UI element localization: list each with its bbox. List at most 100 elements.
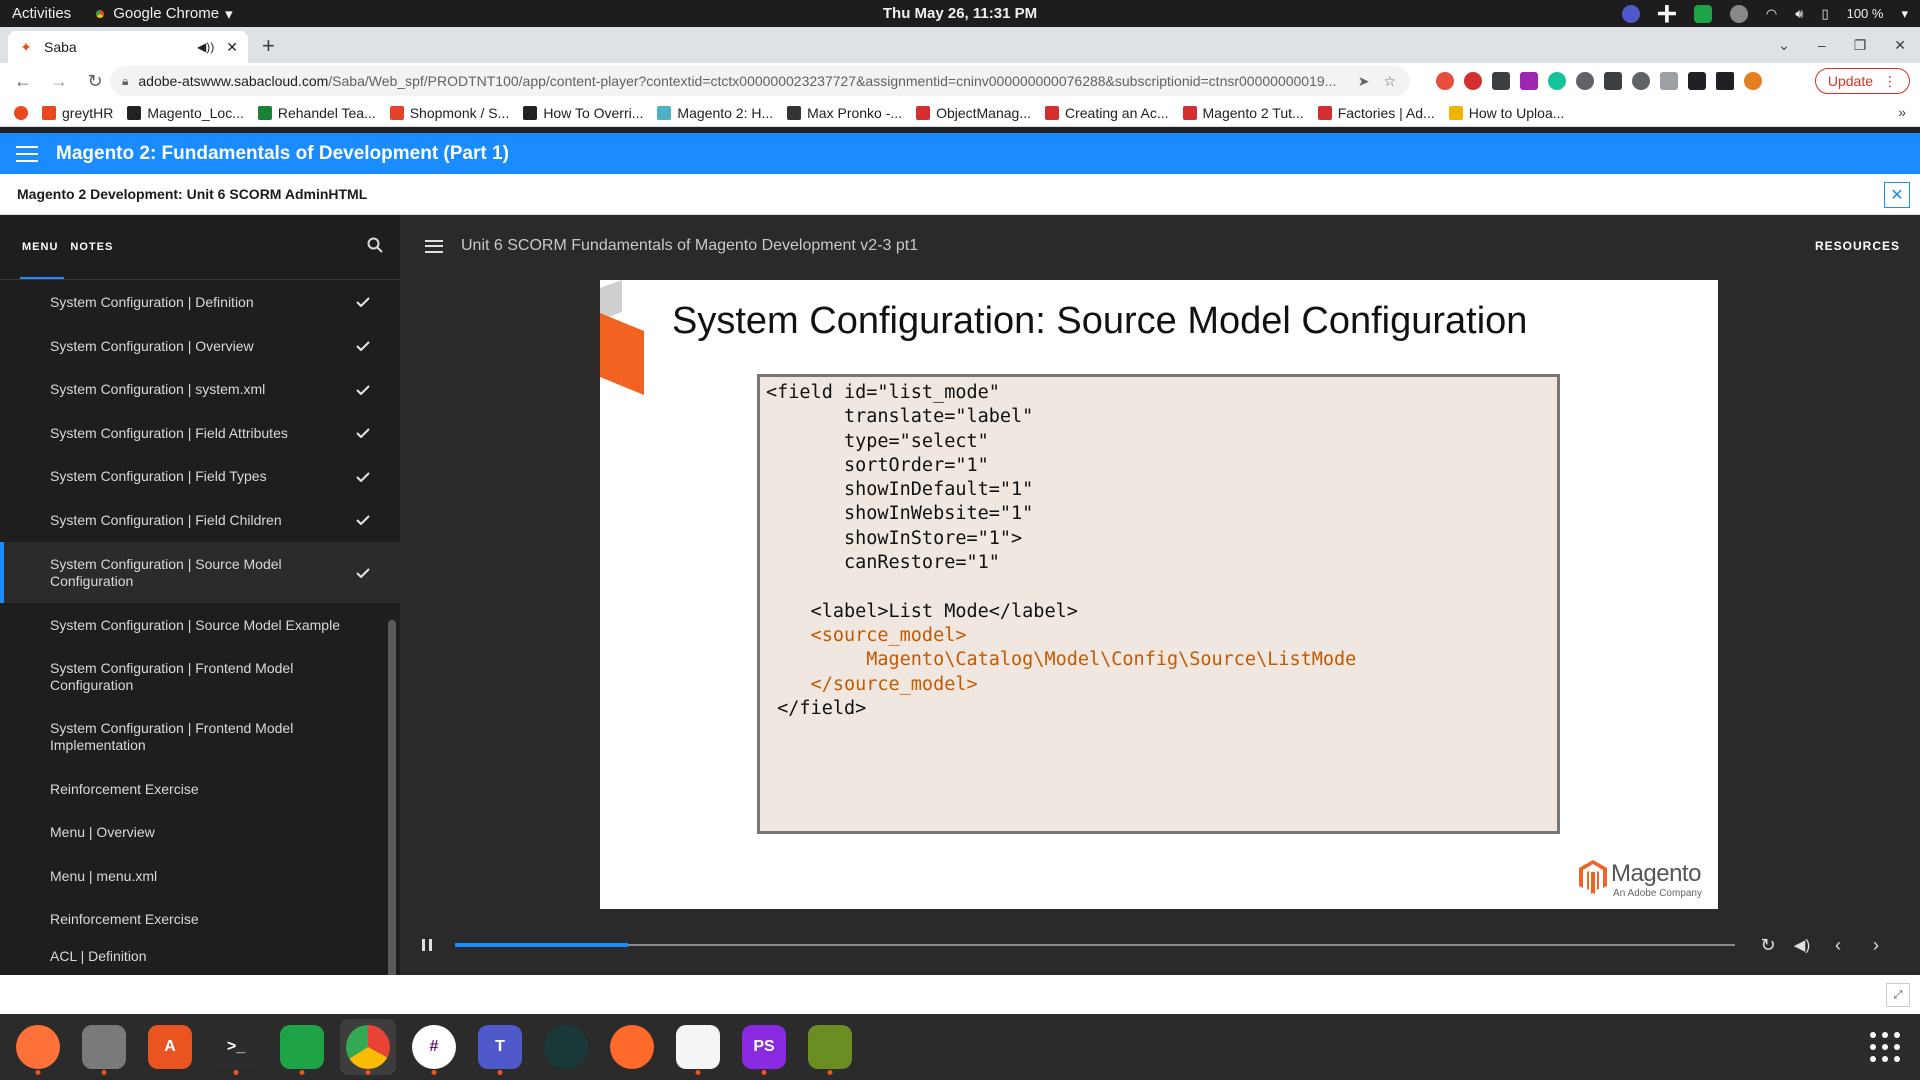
sidebar-item[interactable]: Reinforcement Exercise [0,767,400,811]
code-line: <field id="list_mode" [766,382,1000,403]
battery-icon[interactable]: ▯ [1821,6,1828,22]
sidebar-item[interactable]: Menu | menu.xml [0,854,400,898]
close-player-button[interactable]: ✕ [1884,182,1910,208]
sidebar-item[interactable]: System Configuration | Overview [0,324,400,368]
extension-icon[interactable] [1576,72,1594,90]
volume-icon[interactable]: ◀) [1792,935,1812,955]
fullscreen-icon[interactable]: ⤢ [1886,983,1910,1007]
volume-icon[interactable]: 🔊︎ [1795,6,1803,22]
dock-item[interactable]: # [406,1019,462,1075]
sidebar-item[interactable]: System Configuration | Source Model Exam… [0,603,400,647]
bookmark-item[interactable]: Magento 2 Tut... [1182,105,1304,121]
bookmark-item[interactable]: Creating an Ac... [1045,105,1169,121]
address-bar[interactable]: 🔒︎ adobe-atswww.sabacloud.com/Saba/Web_s… [110,66,1410,96]
lock-icon[interactable]: 🔒︎ [122,74,128,89]
send-icon[interactable]: ➤ [1358,73,1370,90]
reload-button[interactable]: ↻ [82,71,108,92]
bookmark-item[interactable]: greytHR [42,105,113,121]
hamburger-menu-icon[interactable] [16,145,38,162]
sidebar-item[interactable]: System Configuration | Field Types [0,455,400,498]
bookmarks-overflow-button[interactable]: » [1898,104,1906,120]
tab-search-icon[interactable]: ⌄ [1778,37,1790,54]
wifi-icon[interactable]: ◠ [1766,6,1777,22]
adblock-icon[interactable] [1464,72,1482,90]
teams-tray-icon[interactable] [1621,4,1640,23]
chevron-down-icon[interactable]: ▾ [1901,6,1908,22]
toc-menu-icon[interactable] [425,239,443,253]
sidebar-item[interactable]: System Configuration | Definition [0,280,400,324]
dock-item[interactable] [604,1019,660,1075]
next-slide-icon[interactable]: › [1866,935,1886,955]
minimize-button[interactable]: ‒ [1818,37,1826,53]
bookmark-item[interactable]: ObjectManag... [916,105,1031,121]
gear-icon[interactable] [1632,72,1650,90]
extension-icon[interactable] [1660,72,1678,90]
dock-item[interactable]: A [142,1019,198,1075]
forward-button[interactable]: → [46,71,72,92]
chat-tray-icon[interactable] [1693,4,1712,23]
back-button[interactable]: ← [10,71,36,92]
side-panel-icon[interactable] [1716,72,1734,90]
dock-item[interactable]: >_ [208,1019,264,1075]
show-applications-icon[interactable] [1870,1032,1900,1062]
dock-item[interactable] [802,1019,858,1075]
dock-item[interactable] [274,1019,330,1075]
sidebar-item[interactable]: ACL | Definition [0,941,400,971]
globe-tray-icon[interactable] [1729,4,1748,23]
app-menu[interactable]: Google Chrome ▾ [93,5,233,23]
close-window-button[interactable]: ✕ [1894,37,1906,54]
tab-menu[interactable]: MENU [22,241,58,253]
puzzle-icon[interactable] [1688,72,1706,90]
bookmark-item[interactable]: Factories | Ad... [1317,105,1435,121]
dock-item[interactable] [76,1019,132,1075]
replay-icon[interactable]: ↻ [1758,935,1778,955]
system-tray[interactable]: ◠ 🔊︎ ▯ 100 % ▾ [1621,0,1908,27]
sidebar-item-label: System Configuration | Frontend Model Im… [50,720,294,753]
dock-item[interactable]: PS [736,1019,792,1075]
browser-tab[interactable]: ✦ Saba ◀)) ✕ [8,31,248,63]
search-icon[interactable] [366,236,384,254]
dock-item[interactable] [538,1019,594,1075]
dock-item[interactable] [670,1019,726,1075]
bookmark-item[interactable]: Shopmonk / S... [389,105,509,121]
profile-avatar[interactable] [1744,72,1762,90]
dock-item[interactable] [10,1019,66,1075]
bookmark-item[interactable]: Rehandel Tea... [257,105,376,121]
extension-icon[interactable] [1436,72,1454,90]
resources-button[interactable]: RESOURCES [1815,239,1900,253]
close-tab-icon[interactable]: ✕ [226,39,238,56]
speaker-icon[interactable]: ◀)) [197,40,214,54]
sidebar-item[interactable]: System Configuration | system.xml [0,368,400,411]
restore-button[interactable]: ❐ [1854,37,1867,54]
previous-slide-icon[interactable]: ‹ [1828,935,1848,955]
bookmark-item[interactable]: Magento 2: H... [657,105,773,121]
sidebar-item[interactable]: Menu | Overview [0,811,400,854]
sidebar-item[interactable]: System Configuration | Frontend Model Co… [0,647,400,707]
extension-icon[interactable] [1604,72,1622,90]
sidebar-item[interactable]: System Configuration | Source Model Conf… [0,542,400,603]
bookmark-item[interactable]: How To Overri... [523,105,643,121]
sidebar-scrollbar[interactable] [388,620,396,975]
tab-notes[interactable]: NOTES [70,241,113,253]
sidebar-item[interactable]: Reinforcement Exercise [0,898,400,941]
grammarly-icon[interactable] [1548,72,1566,90]
pause-icon[interactable] [422,939,432,951]
sidebar-item[interactable]: System Configuration | Field Attributes [0,411,400,455]
new-tab-button[interactable]: + [262,35,275,57]
slack-tray-icon[interactable] [1657,4,1676,23]
bookmark-item[interactable]: How to Uploa... [1448,105,1564,121]
bookmark-item[interactable]: Max Pronko -... [787,105,902,121]
dock-item[interactable]: T [472,1019,528,1075]
extension-icon[interactable] [1492,72,1510,90]
extension-icon[interactable] [1520,72,1538,90]
progress-bar[interactable] [455,943,1735,947]
sidebar-item[interactable]: System Configuration | Field Children [0,498,400,542]
bookmark-item[interactable]: Magento_Loc... [127,105,244,121]
dock-item[interactable] [340,1019,396,1075]
sidebar-item[interactable]: System Configuration | Frontend Model Im… [0,707,400,767]
bookmark-favicon-icon [1317,105,1332,120]
bookmark-star-icon[interactable]: ☆ [1383,73,1396,90]
apps-icon[interactable] [14,105,28,120]
activities-button[interactable]: Activities [12,5,71,22]
update-button[interactable]: Update ⋮ [1814,68,1910,94]
